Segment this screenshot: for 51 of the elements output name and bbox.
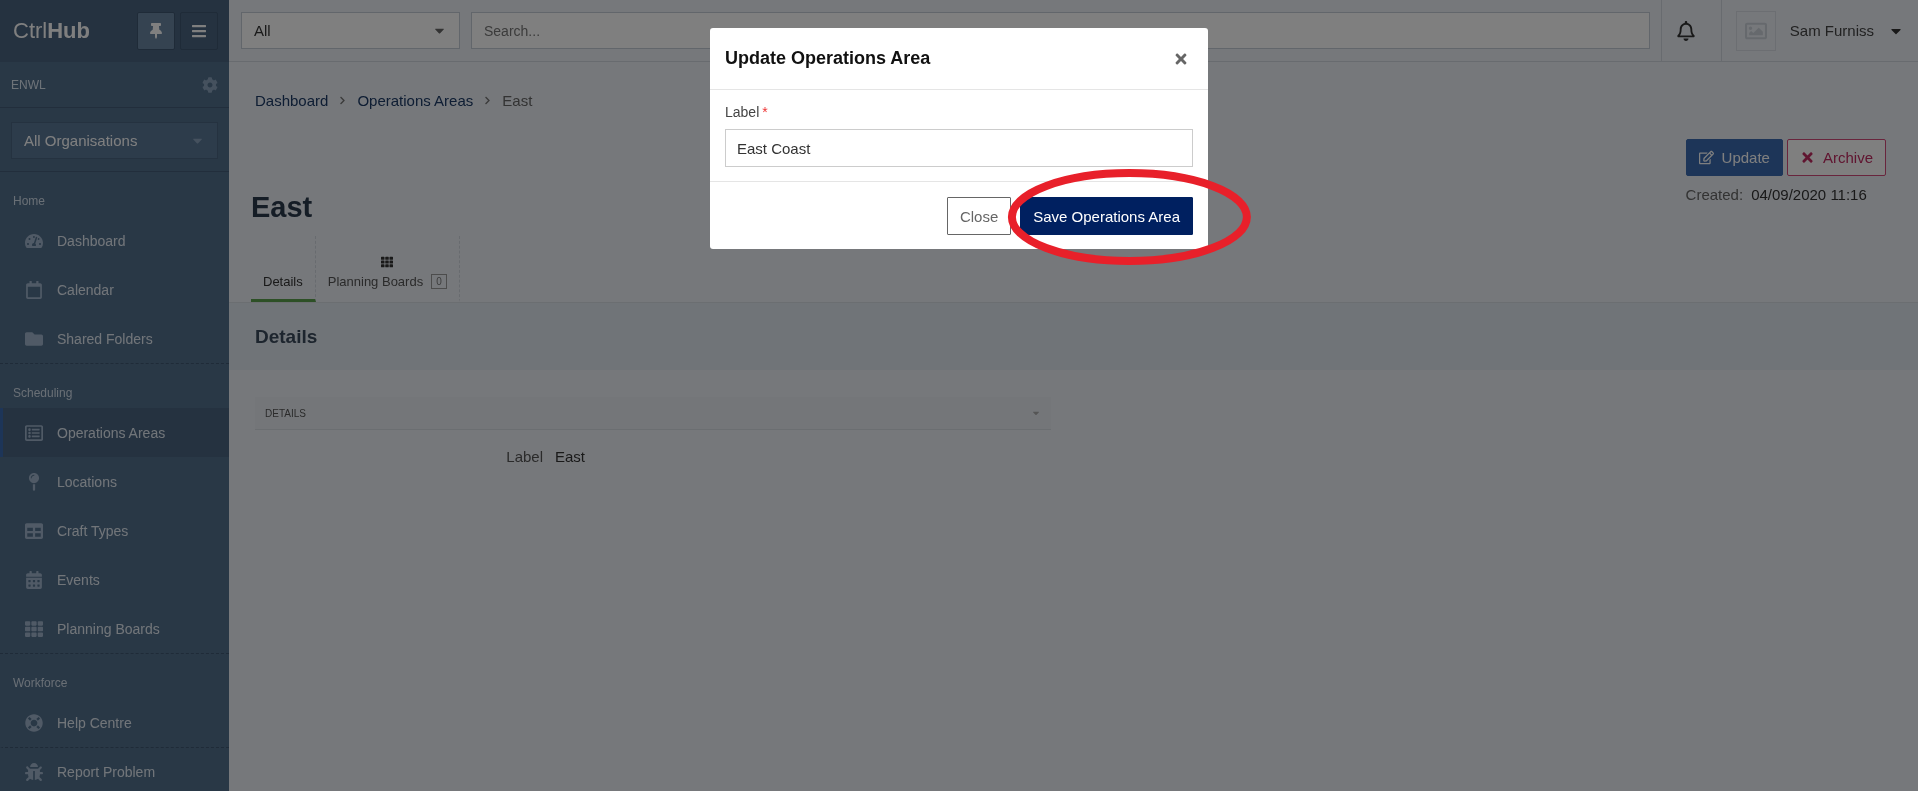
grid-icon [381,256,394,268]
section-heading: Details [229,303,1918,370]
dashboard-icon [25,231,43,250]
section-title: Home [0,171,229,216]
user-name[interactable]: Sam Furniss [1789,22,1874,39]
filter-select[interactable]: All [241,12,460,49]
sidebar-item[interactable]: Operations Areas [0,408,229,457]
archive-button[interactable]: Archive [1786,139,1886,176]
table-icon [25,521,43,540]
sidebar-item[interactable]: Help Centre [0,698,229,747]
sidebar-item[interactable]: Dashboard [0,216,229,265]
sidebar-item[interactable]: Shared Folders [0,314,229,363]
created-label: Created: [1685,186,1744,203]
sidebar-item[interactable]: Calendar [0,265,229,314]
pin-icon [148,23,164,39]
sidebar-item[interactable]: Events [0,555,229,604]
sidebar-item[interactable]: Locations [0,457,229,506]
pin-button[interactable] [137,12,175,50]
field-value: East [555,448,586,465]
folder-icon [25,329,43,348]
label-input[interactable]: East Coast [725,129,1193,167]
calendar-icon [25,570,43,589]
modal-title: Update Operations Area [725,48,931,69]
save-button[interactable]: Save Operations Area [1020,197,1193,235]
sidebar-item[interactable]: Planning Boards [0,604,229,653]
edit-icon [1698,150,1714,165]
lifebuoy-icon [25,713,43,732]
page-title: East [251,191,313,224]
app-logo: CtrlHub [13,18,91,44]
close-button[interactable]: Close [946,197,1012,235]
list-icon [25,423,43,442]
breadcrumb-link[interactable]: Dashboard [255,92,329,109]
created-date: 04/09/2020 11:16 [1751,186,1867,203]
organisation-name: ENWL [11,77,46,92]
menu-icon [191,23,207,39]
chevron-icon [483,96,493,105]
breadcrumb-link[interactable]: East [502,92,533,109]
sidebar-item[interactable]: Craft Types [0,506,229,555]
section-title: Workforce [0,653,229,698]
organisation-select[interactable]: All Organisations [11,122,218,159]
bug-icon [25,763,43,781]
menu-button[interactable] [180,12,218,50]
field-label: Label * [725,104,769,120]
calendar-icon [25,280,43,299]
field-label: Label [505,448,543,465]
update-button[interactable]: Update [1685,139,1783,176]
notification-bell-icon[interactable] [1675,20,1696,41]
grid-icon [25,619,43,638]
chevron-icon [338,96,348,105]
sidebar-item[interactable]: Report Problem [0,747,229,791]
breadcrumb-link[interactable]: Operations Areas [357,92,474,109]
